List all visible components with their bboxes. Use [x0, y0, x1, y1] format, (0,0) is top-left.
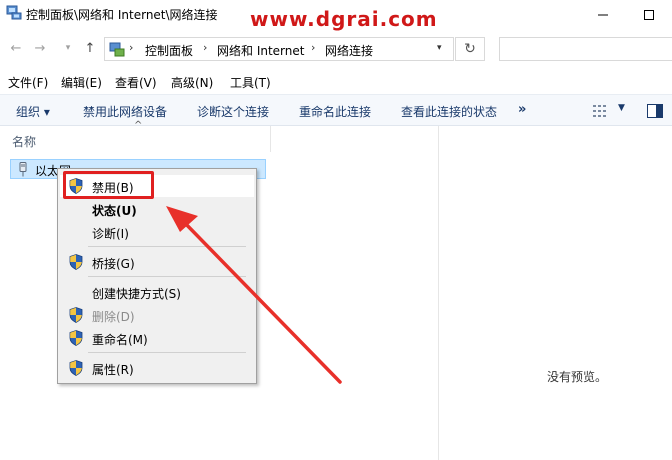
ethernet-icon — [17, 162, 29, 180]
menu-view[interactable]: 查看(V) — [115, 74, 157, 91]
chevron-down-icon[interactable]: ▾ — [437, 43, 442, 53]
menu-separator — [88, 352, 246, 353]
menu-edit[interactable]: 编辑(E) — [61, 74, 102, 91]
pane-divider[interactable] — [438, 126, 439, 460]
context-menu-rename[interactable]: 重命名(M) — [60, 327, 254, 349]
uac-shield-icon — [69, 307, 83, 323]
address-bar[interactable]: › 控制面板 › 网络和 Internet › 网络连接 ▾ — [104, 37, 454, 61]
menu-separator — [88, 246, 246, 247]
arrow-left-icon: ← — [10, 40, 22, 56]
chevron-down-icon: ▾ — [65, 43, 71, 53]
network-folder-icon — [6, 4, 22, 20]
context-menu-label: 重命名(M) — [92, 333, 148, 347]
title-bar: 控制面板\网络和 Internet\网络连接 www.dgrai.com — [0, 0, 672, 31]
view-status-button[interactable]: 查看此连接的状态 — [401, 103, 497, 120]
context-menu-label: 诊断(I) — [92, 227, 129, 241]
context-menu-label: 桥接(G) — [92, 257, 135, 271]
column-divider[interactable] — [270, 126, 271, 152]
minimize-icon — [598, 14, 608, 16]
context-menu: 禁用(B) 状态(U) 诊断(I) 桥接(G) 创建快捷方式(S) 删除(D) … — [57, 168, 257, 384]
breadcrumb-control-panel[interactable]: 控制面板 — [145, 42, 193, 59]
menu-advanced[interactable]: 高级(N) — [171, 74, 213, 91]
more-commands-button[interactable]: » — [518, 102, 526, 117]
view-options-icon[interactable] — [593, 104, 609, 121]
context-menu-diagnose[interactable]: 诊断(I) — [60, 221, 254, 243]
context-menu-properties[interactable]: 属性(R) — [60, 357, 254, 379]
forward-button[interactable]: → — [32, 40, 48, 56]
preview-empty-text: 没有预览。 — [547, 370, 608, 384]
diagnose-connection-button[interactable]: 诊断这个连接 — [197, 103, 269, 120]
back-button[interactable]: ← — [8, 40, 24, 56]
uac-shield-icon — [69, 330, 83, 346]
preview-pane-icon[interactable] — [647, 104, 663, 121]
menu-tools[interactable]: 工具(T) — [230, 74, 271, 91]
menu-bar: 文件(F) 编辑(E) 查看(V) 高级(N) 工具(T) — [0, 70, 672, 92]
uac-shield-icon — [69, 360, 83, 376]
disable-device-button[interactable]: 禁用此网络设备 — [83, 103, 167, 120]
context-menu-create-shortcut[interactable]: 创建快捷方式(S) — [60, 281, 254, 303]
column-header-name[interactable]: 名称 — [12, 133, 36, 150]
up-button[interactable]: ↑ — [82, 40, 98, 56]
search-input[interactable] — [499, 37, 672, 61]
uac-shield-icon — [69, 254, 83, 270]
maximize-button[interactable] — [626, 0, 672, 30]
control-panel-icon — [109, 41, 125, 57]
arrow-up-icon: ↑ — [84, 40, 96, 56]
context-menu-label: 创建快捷方式(S) — [92, 287, 181, 301]
context-menu-bridge[interactable]: 桥接(G) — [60, 251, 254, 273]
navigation-bar: ← → ▾ ↑ › 控制面板 › 网络和 Internet › 网络连接 ▾ ↻ — [0, 30, 672, 68]
breadcrumb-network-connections[interactable]: 网络连接 — [325, 42, 373, 59]
menu-separator — [88, 276, 246, 277]
maximize-icon — [644, 10, 654, 20]
recent-locations-button[interactable]: ▾ — [60, 40, 76, 56]
breadcrumb-network-internet[interactable]: 网络和 Internet — [217, 42, 304, 59]
organize-button[interactable]: 组织 ▾ — [16, 103, 50, 120]
context-menu-label: 删除(D) — [92, 310, 135, 324]
minimize-button[interactable] — [580, 0, 626, 30]
arrow-right-icon: → — [34, 40, 46, 56]
menu-file[interactable]: 文件(F) — [8, 74, 48, 91]
context-menu-label: 属性(R) — [92, 363, 134, 377]
refresh-button[interactable]: ↻ — [455, 37, 485, 61]
rename-connection-button[interactable]: 重命名此连接 — [299, 103, 371, 120]
chevron-down-icon[interactable]: ▼ — [618, 103, 625, 113]
context-menu-label: 状态(U) — [92, 204, 137, 218]
sort-ascending-icon: ^ — [134, 120, 143, 131]
watermark: www.dgrai.com — [250, 7, 438, 31]
window-title: 控制面板\网络和 Internet\网络连接 — [26, 8, 218, 22]
context-menu-delete: 删除(D) — [60, 304, 254, 326]
context-menu-status[interactable]: 状态(U) — [60, 198, 254, 220]
breadcrumb-separator-icon: › — [203, 41, 208, 54]
refresh-icon: ↻ — [464, 41, 476, 57]
breadcrumb-separator-icon: › — [311, 41, 316, 54]
annotation-highlight-box — [63, 171, 154, 199]
command-bar: 组织 ▾ 禁用此网络设备 诊断这个连接 重命名此连接 查看此连接的状态 » ▼ — [0, 94, 672, 126]
breadcrumb-separator-icon: › — [129, 41, 134, 54]
